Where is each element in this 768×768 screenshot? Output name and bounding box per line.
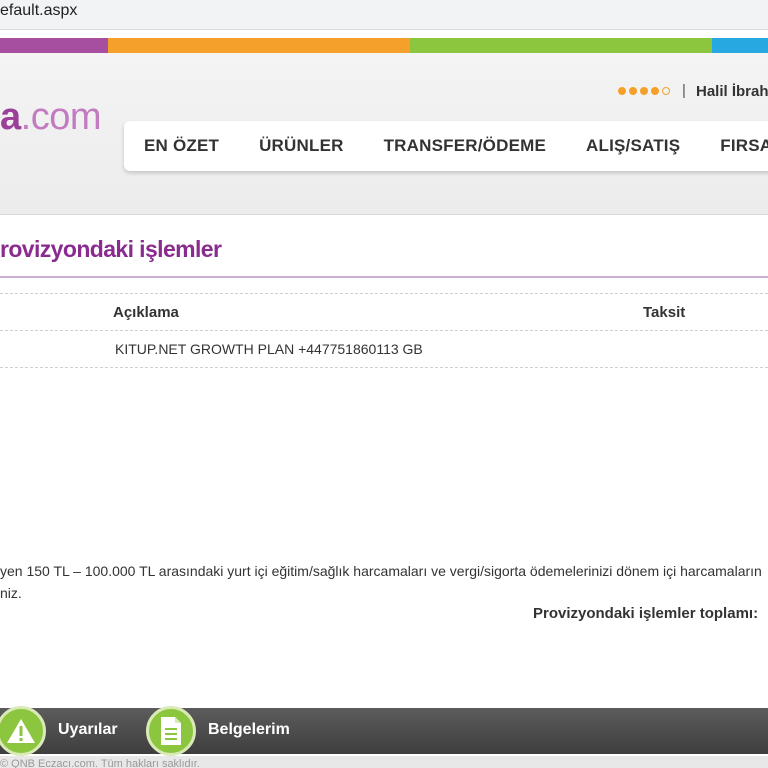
table-header-row: Açıklama Taksit — [0, 293, 768, 331]
nav-item-en-ozet[interactable]: EN ÖZET — [124, 136, 239, 156]
documents-label[interactable]: Belgelerim — [208, 721, 290, 739]
table-row[interactable]: KITUP.NET GROWTH PLAN +447751860113 GB — [0, 331, 768, 368]
info-note-line2: niz. — [0, 585, 22, 601]
user-name[interactable]: Halil İbrah — [696, 83, 768, 100]
document-icon — [161, 717, 181, 745]
info-note-line1: yen 150 TL – 100.000 TL arasındaki yurt … — [0, 563, 762, 579]
nav-item-transfer-odeme[interactable]: TRANSFER/ÖDEME — [364, 136, 566, 156]
nav-item-alis-satis[interactable]: ALIŞ/SATIŞ — [566, 136, 700, 156]
site-logo[interactable]: a.com — [0, 96, 102, 138]
level-dot-filled — [629, 87, 637, 95]
level-dot-empty — [662, 87, 670, 95]
nav-item-urunler[interactable]: ÜRÜNLER — [239, 136, 364, 156]
column-header-description: Açıklama — [113, 304, 179, 321]
browser-address-bar[interactable]: efault.aspx — [0, 0, 768, 30]
brand-stripe-green — [410, 38, 712, 53]
warning-icon — [7, 719, 35, 743]
brand-stripe-orange — [108, 38, 410, 53]
user-separator: | — [682, 82, 686, 99]
brand-stripe-purple — [0, 38, 108, 53]
logo-suffix: .com — [20, 96, 102, 138]
title-divider — [0, 276, 768, 278]
level-dot-filled — [618, 87, 626, 95]
security-level-indicator — [618, 87, 670, 95]
column-header-installment: Taksit — [643, 304, 686, 321]
copyright-bar: © QNB Eczacı.com. Tüm hakları saklıdır. — [0, 756, 768, 768]
nav-item-firsatlar[interactable]: FIRSATLA — [700, 136, 768, 156]
main-nav: EN ÖZET ÜRÜNLER TRANSFER/ÖDEME ALIŞ/SATI… — [124, 121, 768, 171]
pending-total-label: Provizyondaki işlemler toplamı: — [533, 605, 759, 622]
level-dot-filled — [651, 87, 659, 95]
copyright-text: © QNB Eczacı.com. Tüm hakları saklıdır. — [0, 758, 200, 768]
documents-button[interactable] — [146, 706, 196, 756]
brand-stripe-blue — [712, 38, 768, 53]
transaction-description: KITUP.NET GROWTH PLAN +447751860113 GB — [115, 341, 423, 357]
page-title: rovizyondaki işlemler — [0, 236, 222, 262]
level-dot-filled — [640, 87, 648, 95]
logo-letter: a — [0, 96, 21, 138]
url-text[interactable]: efault.aspx — [0, 2, 77, 20]
warnings-label[interactable]: Uyarılar — [58, 721, 118, 739]
site-header: a.com | Halil İbrah EN ÖZET ÜRÜNLER TRAN… — [0, 53, 768, 215]
